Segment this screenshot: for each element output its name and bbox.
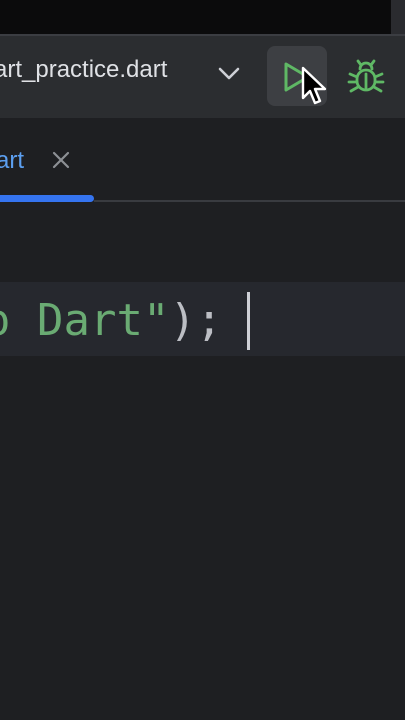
debug-bug-icon[interactable] xyxy=(346,58,386,98)
code-line[interactable]: o Dart"); xyxy=(0,296,222,346)
tab-strip-divider xyxy=(94,200,405,202)
chevron-down-icon[interactable] xyxy=(216,64,242,84)
close-icon[interactable] xyxy=(51,150,71,170)
title-bar-corner xyxy=(391,0,405,34)
text-caret xyxy=(247,292,250,350)
mouse-pointer-icon xyxy=(301,66,327,105)
editor-tab-label[interactable]: art xyxy=(0,149,24,173)
ide-window: art_practice.dart art o Dart"); xyxy=(0,0,405,720)
active-tab-indicator xyxy=(0,195,94,202)
code-punctuation: ); xyxy=(169,295,223,346)
run-configuration-selector[interactable]: art_practice.dart xyxy=(0,58,167,82)
title-bar xyxy=(0,0,405,34)
code-string-literal: o Dart" xyxy=(0,295,170,346)
